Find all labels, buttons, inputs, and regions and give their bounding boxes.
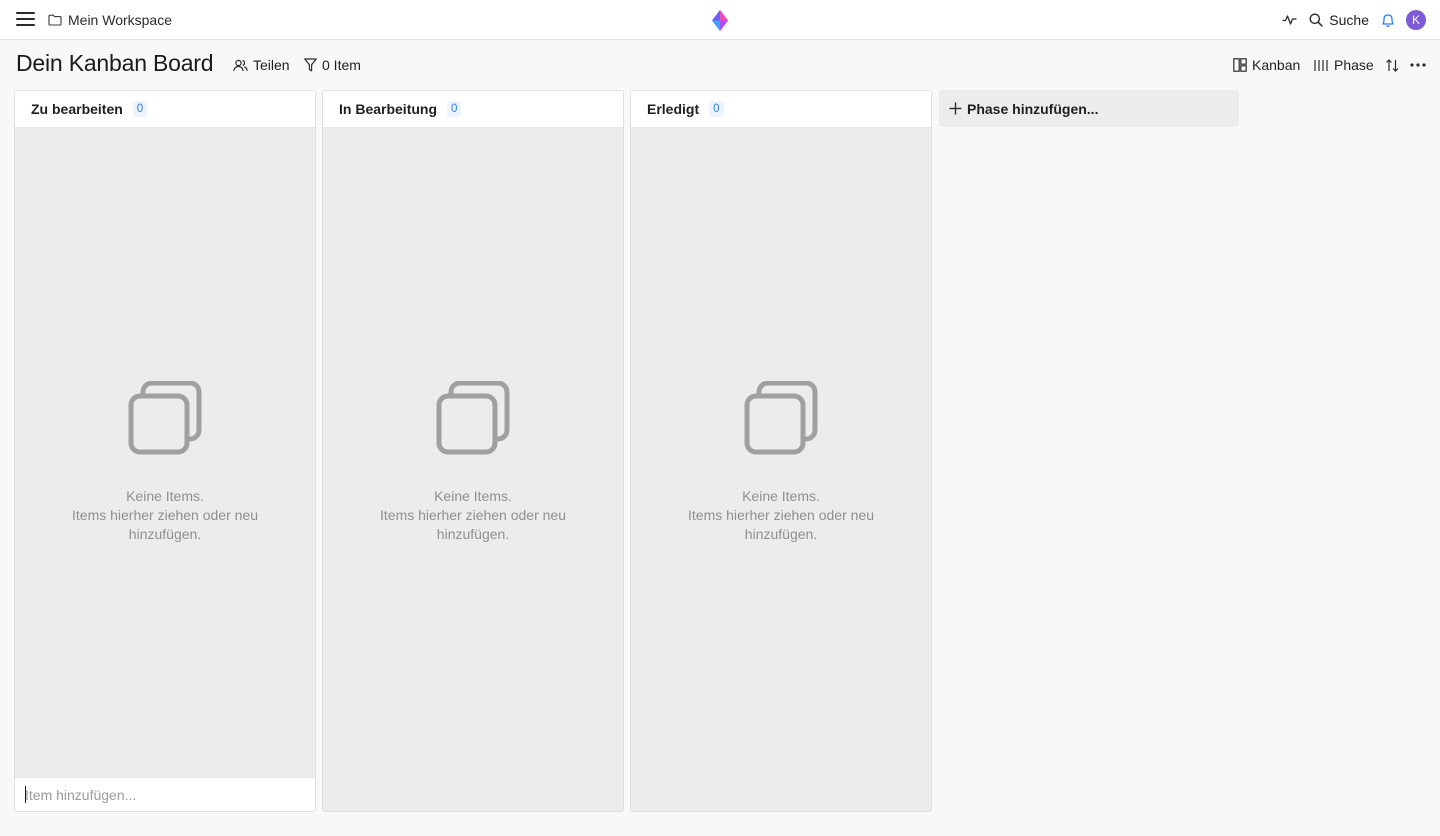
bell-icon[interactable] bbox=[1381, 13, 1395, 28]
search-label: Suche bbox=[1329, 12, 1369, 28]
view-switch-button[interactable]: Kanban bbox=[1233, 55, 1300, 75]
share-button[interactable]: Teilen bbox=[233, 55, 290, 75]
page-title: Dein Kanban Board bbox=[16, 50, 214, 76]
stacked-squares-icon bbox=[744, 381, 818, 455]
empty-line: hinzufügen. bbox=[744, 526, 818, 542]
stacked-squares-icon bbox=[128, 381, 202, 455]
column-header[interactable]: Zu bearbeiten 0 bbox=[15, 91, 315, 128]
activity-icon[interactable] bbox=[1282, 13, 1297, 27]
empty-message: Keine Items. Items hierher ziehen oder n… bbox=[15, 487, 315, 544]
plus-icon bbox=[949, 102, 962, 115]
add-item-field[interactable] bbox=[15, 777, 315, 811]
empty-message: Keine Items. Items hierher ziehen oder n… bbox=[631, 487, 931, 544]
filter-icon bbox=[304, 58, 317, 72]
stacked-squares-icon bbox=[436, 381, 510, 455]
sort-button[interactable] bbox=[1385, 55, 1400, 75]
avatar[interactable]: K bbox=[1406, 10, 1426, 30]
empty-state: Keine Items. Items hierher ziehen oder n… bbox=[323, 381, 623, 544]
column-title: Zu bearbeiten bbox=[31, 101, 123, 117]
top-bar: Mein Workspace Suche K bbox=[0, 0, 1440, 40]
kanban-column: Zu bearbeiten 0 Keine Items. Items hierh… bbox=[14, 90, 316, 812]
breadcrumb-label: Mein Workspace bbox=[68, 12, 173, 28]
empty-line: Keine Items. bbox=[126, 488, 204, 504]
search-icon bbox=[1309, 13, 1324, 27]
kanban-column: In Bearbeitung 0 Keine Items. Items hier… bbox=[322, 90, 624, 812]
filter-label: 0 Item bbox=[322, 57, 361, 73]
share-label: Teilen bbox=[253, 57, 290, 73]
count-badge: 0 bbox=[132, 101, 148, 117]
topbar-actions: Suche K bbox=[1282, 9, 1426, 31]
share-icon bbox=[233, 59, 248, 72]
sort-icon bbox=[1386, 58, 1399, 72]
text-caret bbox=[25, 786, 26, 803]
empty-line: Items hierher ziehen oder neu bbox=[72, 507, 258, 523]
add-phase-button[interactable]: Phase hinzufügen... bbox=[939, 90, 1239, 127]
view-label: Kanban bbox=[1252, 57, 1301, 73]
column-title: Erledigt bbox=[647, 101, 700, 117]
breadcrumb[interactable]: Mein Workspace bbox=[48, 11, 172, 29]
search-button[interactable]: Suche bbox=[1309, 12, 1369, 28]
add-item-input[interactable] bbox=[15, 778, 315, 811]
kanban-icon bbox=[1233, 58, 1247, 72]
more-button[interactable] bbox=[1410, 55, 1426, 75]
count-badge: 0 bbox=[447, 101, 462, 117]
column-title: In Bearbeitung bbox=[339, 101, 438, 117]
column-header[interactable]: Erledigt 0 bbox=[631, 91, 931, 128]
group-by-button[interactable]: Phase bbox=[1314, 55, 1374, 75]
columns-icon bbox=[1314, 59, 1328, 71]
diamond-logo[interactable] bbox=[711, 10, 729, 31]
hamburger-icon[interactable] bbox=[16, 11, 36, 29]
group-label: Phase bbox=[1334, 57, 1374, 73]
more-icon bbox=[1410, 63, 1426, 67]
empty-message: Keine Items. Items hierher ziehen oder n… bbox=[323, 487, 623, 544]
empty-line: hinzufügen. bbox=[128, 526, 202, 542]
count-badge: 0 bbox=[709, 101, 724, 117]
empty-line: Items hierher ziehen oder neu bbox=[380, 507, 566, 523]
filter-button[interactable]: 0 Item bbox=[304, 55, 361, 75]
empty-line: Items hierher ziehen oder neu bbox=[688, 507, 874, 523]
empty-line: hinzufügen. bbox=[436, 526, 510, 542]
empty-state: Keine Items. Items hierher ziehen oder n… bbox=[631, 381, 931, 544]
empty-line: Keine Items. bbox=[434, 488, 512, 504]
add-phase-label: Phase hinzufügen... bbox=[967, 100, 1099, 117]
kanban-column: Erledigt 0 Keine Items. Items hierher zi… bbox=[630, 90, 932, 812]
empty-line: Keine Items. bbox=[742, 488, 820, 504]
empty-state: Keine Items. Items hierher ziehen oder n… bbox=[15, 381, 315, 544]
column-header[interactable]: In Bearbeitung 0 bbox=[323, 91, 623, 128]
folder-icon bbox=[48, 14, 62, 26]
